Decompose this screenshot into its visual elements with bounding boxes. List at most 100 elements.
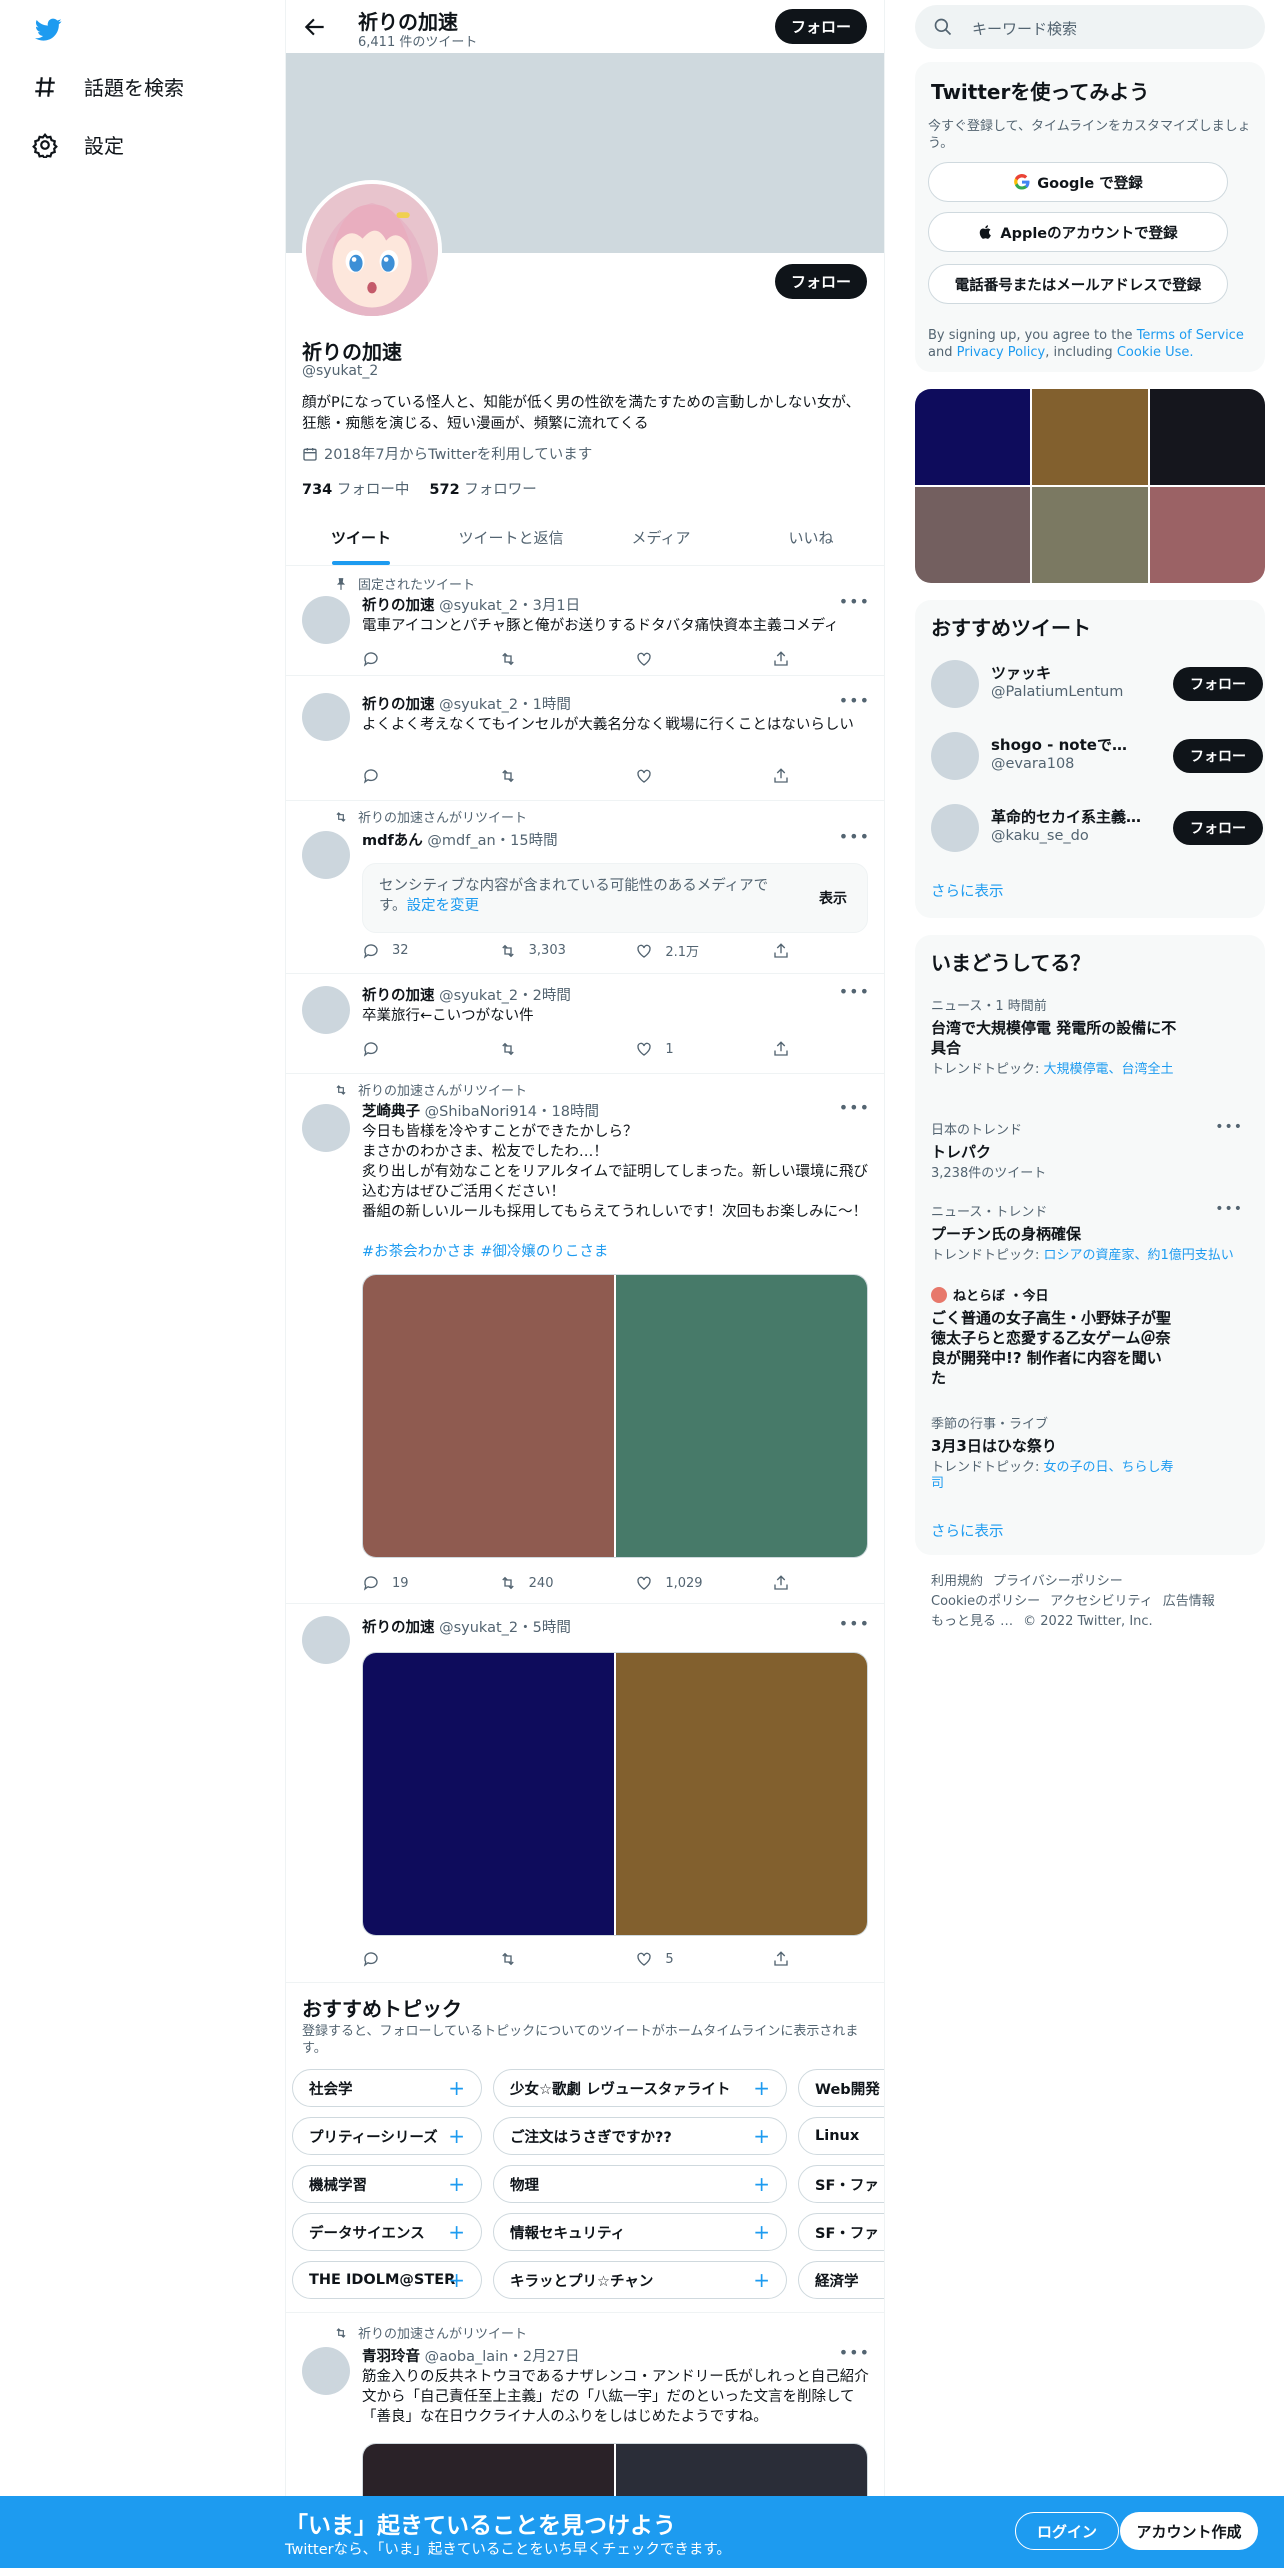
google-signup-button[interactable]: Google で登録 bbox=[928, 162, 1228, 202]
reply-button[interactable]: 19 bbox=[362, 1574, 462, 1592]
avatar[interactable] bbox=[931, 804, 979, 852]
reply-button[interactable] bbox=[362, 1950, 462, 1968]
tweet-hashtags[interactable]: #お茶会わかさま #御冷嬢のりこさま bbox=[362, 1242, 872, 1262]
tweet-retweet[interactable]: 祈りの加速さんがリツイート mdfあん @mdf_an・15時間 ••• センシ… bbox=[286, 801, 884, 974]
avatar[interactable] bbox=[302, 2347, 350, 2395]
tweet-author[interactable]: mdfあん @mdf_an・15時間 bbox=[362, 829, 558, 850]
reply-button[interactable] bbox=[362, 1040, 462, 1058]
share-button[interactable] bbox=[772, 1950, 792, 1968]
topic-chip[interactable]: キラッとプリ☆チャン + bbox=[493, 2261, 787, 2299]
plus-icon[interactable]: + bbox=[753, 2076, 770, 2100]
more-options-icon[interactable]: ••• bbox=[839, 1098, 870, 1117]
tweet-author[interactable]: 祈りの加速 @syukat_2・5時間 bbox=[362, 1616, 571, 1637]
tweet-pinned[interactable]: 固定されたツイート 祈りの加速 @syukat_2・3月1日 ••• 電車アイコ… bbox=[286, 566, 884, 676]
share-button[interactable] bbox=[772, 767, 792, 785]
avatar[interactable] bbox=[302, 596, 350, 644]
search-input[interactable]: キーワード検索 bbox=[972, 18, 1077, 39]
topic-chip[interactable]: 物理 + bbox=[493, 2165, 787, 2203]
footer-more-link[interactable]: もっと見る … bbox=[931, 1614, 1013, 1629]
topic-chip[interactable]: 情報セキュリティ + bbox=[493, 2213, 787, 2251]
tab-tweets-replies[interactable]: ツイートと返信 bbox=[436, 510, 586, 565]
footer-accessibility-link[interactable]: アクセシビリティ bbox=[1050, 1594, 1153, 1609]
like-button[interactable]: 5 bbox=[635, 1950, 735, 1968]
media-thumbnail[interactable] bbox=[1032, 487, 1148, 583]
cookie-link[interactable]: Cookie Use. bbox=[1117, 345, 1194, 360]
retweet-button[interactable] bbox=[499, 1950, 599, 1968]
profile-follow-button[interactable]: フォロー bbox=[775, 264, 867, 299]
signup-button[interactable]: アカウント作成 bbox=[1120, 2512, 1258, 2550]
topic-chip[interactable]: データサイエンス + bbox=[292, 2213, 482, 2251]
tweet-author[interactable]: 祈りの加速 @syukat_2・2時間 bbox=[362, 984, 571, 1005]
more-options-icon[interactable]: ••• bbox=[839, 1614, 870, 1633]
footer-ads-link[interactable]: 広告情報 bbox=[1163, 1594, 1215, 1609]
retweet-button[interactable]: 240 bbox=[499, 1574, 599, 1592]
more-options-icon[interactable]: ••• bbox=[839, 691, 870, 710]
tab-tweets[interactable]: ツイート bbox=[286, 510, 436, 565]
trend-item[interactable]: ニュース・1 時間前 台湾で大規模停電 発電所の設備に不具合 トレンドトピック:… bbox=[931, 995, 1251, 1078]
retweet-button[interactable] bbox=[499, 767, 599, 785]
footer-cookie-link[interactable]: Cookieのポリシー bbox=[931, 1594, 1040, 1609]
tweet-media[interactable] bbox=[362, 1274, 868, 1558]
back-arrow-icon[interactable] bbox=[302, 14, 328, 40]
media-image[interactable] bbox=[363, 1653, 614, 1935]
suggested-user[interactable]: shogo - noteで日記… @evara108 フォロー bbox=[931, 726, 1263, 786]
topic-chip[interactable]: Web開発 bbox=[798, 2069, 884, 2107]
like-button[interactable]: 1 bbox=[635, 1040, 735, 1058]
reply-button[interactable] bbox=[362, 650, 462, 668]
who-show-more-link[interactable]: さらに表示 bbox=[931, 880, 1004, 901]
more-options-icon[interactable]: ••• bbox=[1215, 1119, 1243, 1135]
media-thumbnail[interactable] bbox=[915, 487, 1031, 583]
terms-link[interactable]: Terms of Service bbox=[1137, 328, 1244, 343]
avatar[interactable] bbox=[931, 732, 979, 780]
tweet[interactable]: 祈りの加速 @syukat_2・5時間 ••• 5 bbox=[286, 1604, 884, 1983]
topic-chip[interactable]: 社会学 + bbox=[292, 2069, 482, 2107]
media-thumbnail[interactable] bbox=[1149, 487, 1265, 583]
media-thumbnail[interactable] bbox=[1149, 389, 1265, 485]
share-button[interactable] bbox=[772, 1040, 792, 1058]
trends-show-more-link[interactable]: さらに表示 bbox=[931, 1520, 1004, 1541]
trend-item[interactable]: 日本のトレンド トレパク 3,238件のツイート ••• bbox=[931, 1119, 1251, 1182]
retweet-button[interactable] bbox=[499, 650, 599, 668]
more-options-icon[interactable]: ••• bbox=[1215, 1201, 1243, 1217]
tweet-media[interactable] bbox=[362, 1652, 868, 1936]
like-button[interactable]: 2.1万 bbox=[635, 941, 735, 960]
privacy-link[interactable]: Privacy Policy bbox=[957, 345, 1046, 360]
search-box[interactable]: キーワード検索 bbox=[915, 5, 1265, 49]
plus-icon[interactable]: + bbox=[448, 2220, 465, 2244]
tweet[interactable]: 祈りの加速 @syukat_2・2時間 ••• 卒業旅行←こいつがない件 1 bbox=[286, 974, 884, 1074]
tweet[interactable]: 祈りの加速 @syukat_2・1時間 ••• よくよく考えなくてもインセルが大… bbox=[286, 676, 884, 801]
retweet-button[interactable]: 3,303 bbox=[499, 941, 599, 960]
avatar[interactable] bbox=[931, 660, 979, 708]
share-button[interactable] bbox=[772, 1574, 792, 1592]
nav-explore[interactable]: 話題を検索 bbox=[32, 72, 184, 101]
footer-privacy-link[interactable]: プライバシーポリシー bbox=[993, 1574, 1123, 1589]
topic-chip[interactable]: 経済学 bbox=[798, 2261, 884, 2299]
apple-signup-button[interactable]: Appleのアカウントで登録 bbox=[928, 212, 1228, 252]
retweet-button[interactable] bbox=[499, 1040, 599, 1058]
topic-chip[interactable]: Linux bbox=[798, 2117, 884, 2155]
tweet-author[interactable]: 祈りの加速 @syukat_2・1時間 bbox=[362, 693, 571, 714]
plus-icon[interactable]: + bbox=[753, 2220, 770, 2244]
header-follow-button[interactable]: フォロー bbox=[775, 9, 867, 44]
topic-chip[interactable]: SF・ファ bbox=[798, 2213, 884, 2251]
share-button[interactable] bbox=[772, 941, 792, 960]
suggested-user[interactable]: 革命的セカイ系主義… @kaku_se_do フォロー bbox=[931, 798, 1263, 858]
more-options-icon[interactable]: ••• bbox=[839, 982, 870, 1001]
follow-button[interactable]: フォロー bbox=[1173, 811, 1263, 845]
tab-likes[interactable]: いいね bbox=[736, 510, 884, 565]
tweet-retweet[interactable]: 祈りの加速さんがリツイート 芝崎典子 @ShibaNori914・18時間 ••… bbox=[286, 1074, 884, 1604]
follow-button[interactable]: フォロー bbox=[1173, 739, 1263, 773]
media-image[interactable] bbox=[363, 1275, 614, 1557]
plus-icon[interactable]: + bbox=[448, 2268, 465, 2292]
media-image[interactable] bbox=[616, 1275, 867, 1557]
media-thumbnail[interactable] bbox=[915, 389, 1031, 485]
profile-avatar[interactable] bbox=[302, 180, 442, 320]
suggested-user[interactable]: ツァッキ @PalatiumLentum フォロー bbox=[931, 654, 1263, 714]
tweet-author[interactable]: 青羽玲音 @aoba_lain・2月27日 bbox=[362, 2345, 580, 2366]
like-button[interactable] bbox=[635, 650, 735, 668]
trend-item[interactable]: 季節の行事・ライブ 3月3日はひな祭り トレンドトピック: 女の子の日、ちらし寿… bbox=[931, 1413, 1251, 1492]
media-thumbnail[interactable] bbox=[1032, 389, 1148, 485]
tab-media[interactable]: メディア bbox=[586, 510, 736, 565]
avatar[interactable] bbox=[302, 693, 350, 741]
plus-icon[interactable]: + bbox=[753, 2172, 770, 2196]
